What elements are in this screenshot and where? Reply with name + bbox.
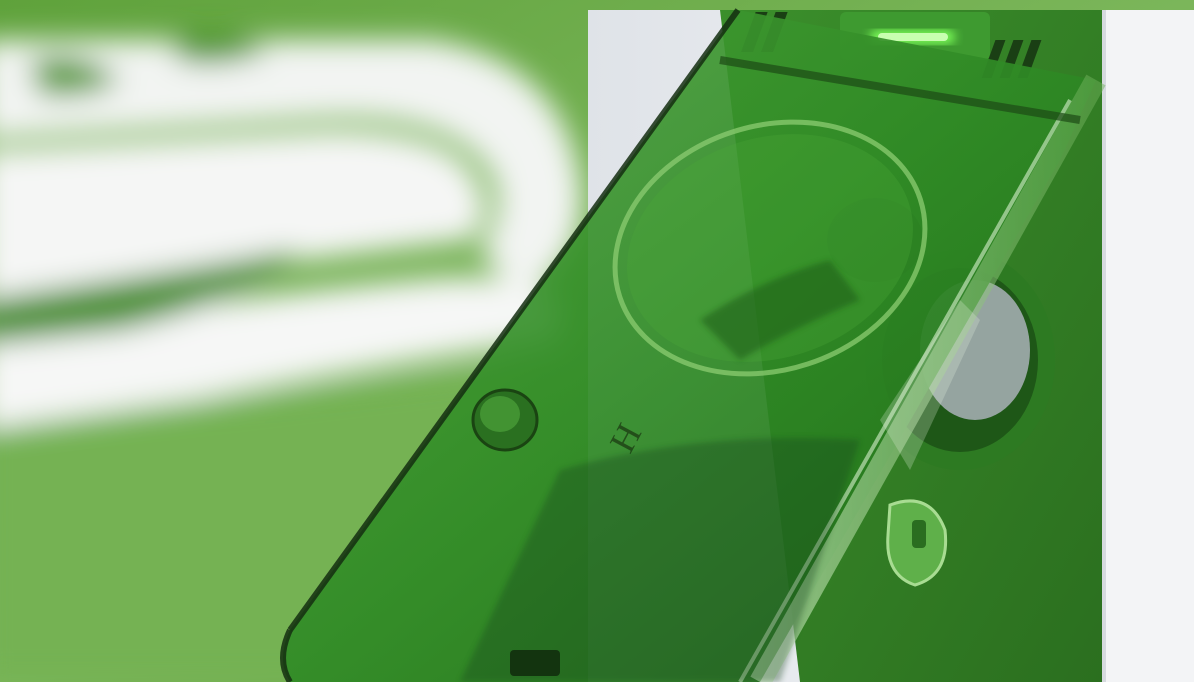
socket-cover-photo: H — [0, 0, 1194, 682]
photo: H — [0, 0, 1194, 682]
